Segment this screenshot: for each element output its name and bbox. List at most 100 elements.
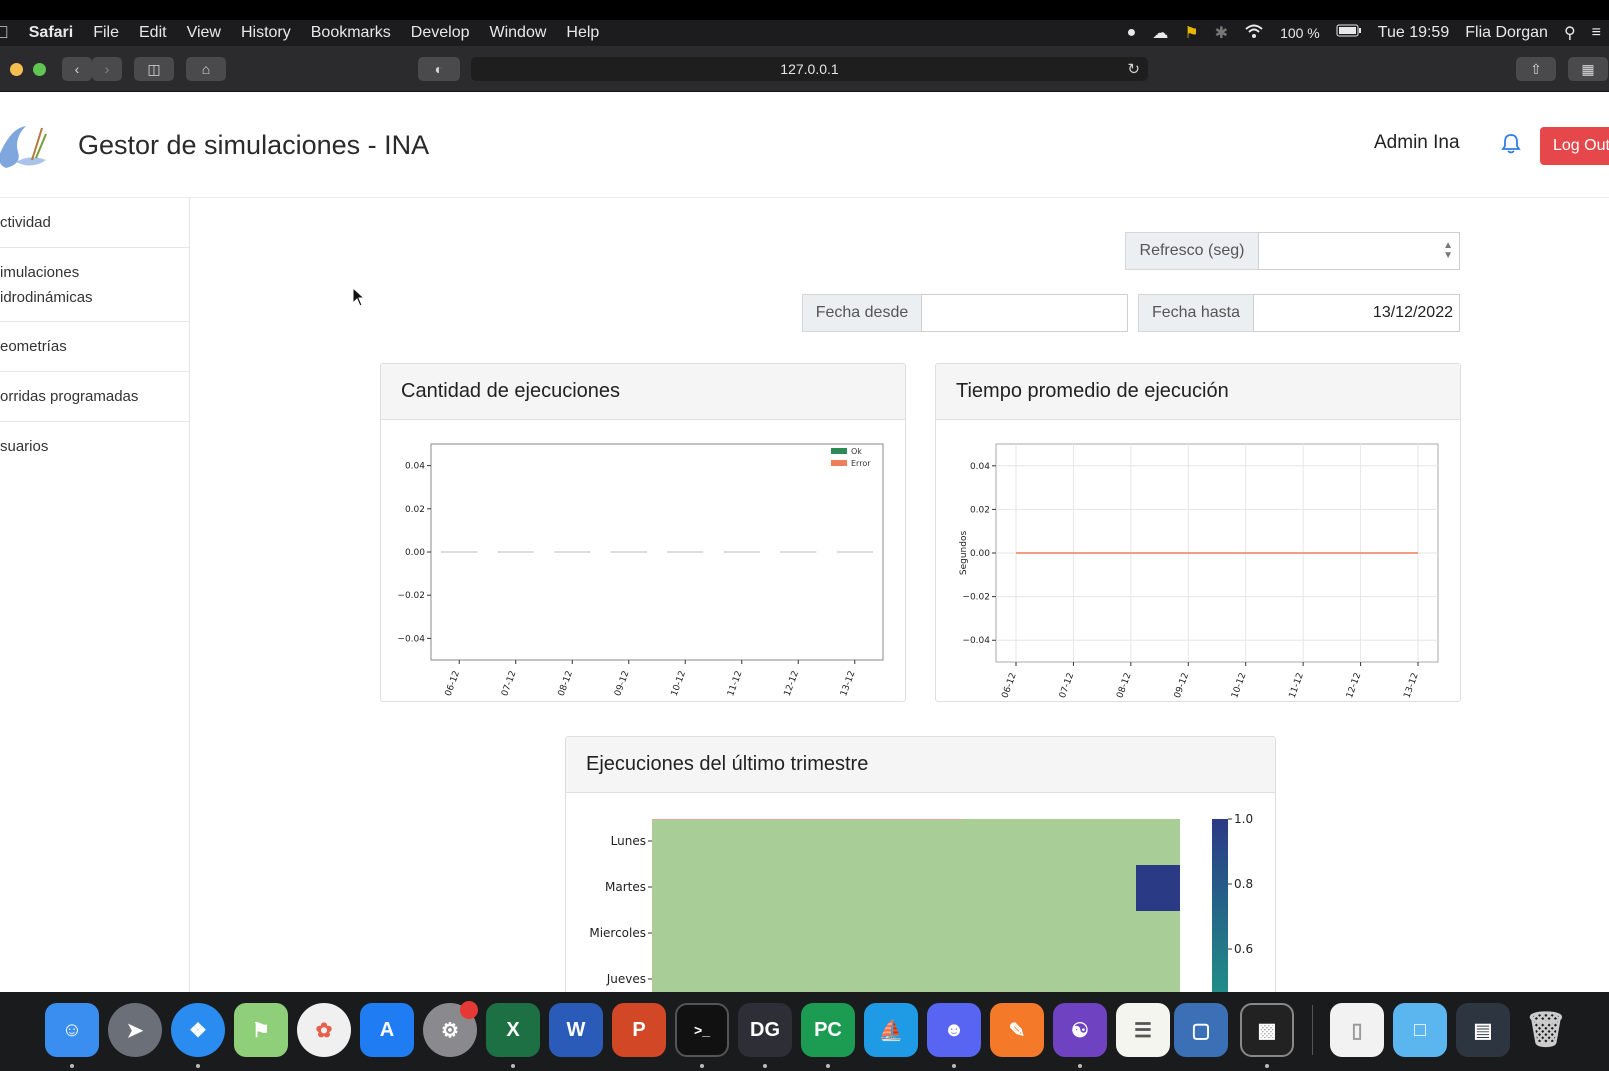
url-text: 127.0.0.1 xyxy=(780,61,839,77)
x-tick-label: 09-12 xyxy=(613,670,631,698)
date-to-input[interactable]: 13/12/2022 xyxy=(1253,294,1460,332)
menu-window[interactable]: Window xyxy=(479,24,556,42)
menu-file[interactable]: File xyxy=(83,24,129,42)
row-label: Martes xyxy=(605,880,646,894)
datagrip-icon[interactable]: DG xyxy=(738,1003,792,1057)
sketch-icon[interactable]: ✎ xyxy=(990,1003,1044,1057)
terminal-icon[interactable]: >_ xyxy=(675,1003,729,1057)
browser-toolbar: ‹ › ◫ ⌂ ◐ 127.0.0.1 ↻ ⇧ ▦ xyxy=(0,46,1609,92)
battery-icon[interactable] xyxy=(1328,24,1370,42)
x-tick-label: 09-12 xyxy=(1173,672,1191,700)
launchpad-icon[interactable]: ➤ xyxy=(108,1003,162,1057)
privacy-shield-button[interactable]: ◐ xyxy=(418,57,460,81)
bar-ok xyxy=(441,551,460,553)
finder-icon[interactable]: ☺ xyxy=(45,1003,99,1057)
clock[interactable]: Tue 19:59 xyxy=(1370,24,1457,42)
refresh-input[interactable]: ▲ ▼ xyxy=(1258,232,1460,270)
row-label: Jueves xyxy=(606,972,646,986)
legend-swatch xyxy=(831,448,847,454)
safari-icon[interactable]: ❖ xyxy=(171,1003,225,1057)
stepper-arrows-icon[interactable]: ▲ ▼ xyxy=(1443,241,1453,261)
menu-app-name[interactable]: Safari xyxy=(19,24,83,42)
bell-icon[interactable] xyxy=(1500,132,1522,154)
ina-logo[interactable] xyxy=(0,118,50,172)
running-indicator xyxy=(511,1064,515,1068)
legend-swatch xyxy=(831,460,847,466)
trash-icon[interactable]: 🗑 xyxy=(1519,1003,1573,1057)
mouse-cursor-icon xyxy=(352,287,366,307)
bar-error xyxy=(572,551,591,553)
virtualbox-icon[interactable]: ▢ xyxy=(1174,1003,1228,1057)
page-title: Gestor de simulaciones - INA xyxy=(78,130,430,160)
window-minimize-button[interactable] xyxy=(10,63,23,76)
document-icon[interactable]: ▯ xyxy=(1330,1003,1384,1057)
menu-history[interactable]: History xyxy=(231,24,301,42)
pycharm-icon[interactable]: PC xyxy=(801,1003,855,1057)
executions-card-title: Cantidad de ejecuciones xyxy=(381,364,905,420)
maps-icon[interactable]: ⚑ xyxy=(234,1003,288,1057)
reload-icon[interactable]: ↻ xyxy=(1127,60,1140,78)
sidebar: ctividad imulaciones idrodinámicas eomet… xyxy=(0,198,190,992)
status-circle-icon[interactable]: ● xyxy=(1119,24,1145,42)
sidebar-item-actividad[interactable]: ctividad xyxy=(0,198,190,248)
excel-icon[interactable]: X xyxy=(486,1003,540,1057)
cloud-icon[interactable]: ☁ xyxy=(1144,23,1176,43)
word-icon[interactable]: W xyxy=(549,1003,603,1057)
x-tick-label: 11-12 xyxy=(726,670,744,698)
flag-icon[interactable]: ⚑ xyxy=(1176,23,1206,43)
spotlight-search-icon[interactable]: ⚲ xyxy=(1556,23,1584,43)
sidebar-item-corridas[interactable]: orridas programadas xyxy=(0,372,190,422)
photos-icon[interactable]: ✿ xyxy=(297,1003,351,1057)
x-tick-label: 06-12 xyxy=(444,670,462,698)
tab-overview-button[interactable]: ▦ xyxy=(1568,57,1608,81)
control-center-icon[interactable]: ≡ xyxy=(1584,24,1609,42)
logout-button[interactable]: Log Out xyxy=(1540,127,1609,165)
folder-icon[interactable]: □ xyxy=(1393,1003,1447,1057)
menu-help[interactable]: Help xyxy=(556,24,609,42)
window-zoom-button[interactable] xyxy=(33,63,46,76)
address-bar[interactable]: 127.0.0.1 ↻ xyxy=(471,57,1148,81)
x-tick-label: 07-12 xyxy=(1058,672,1076,700)
x-tick-label: 13-12 xyxy=(839,670,857,698)
sidebar-toggle-button[interactable]: ◫ xyxy=(134,57,174,81)
docker-icon[interactable]: ⛵ xyxy=(864,1003,918,1057)
x-tick-label: 12-12 xyxy=(783,670,801,698)
bar-ok xyxy=(667,551,686,553)
powerpoint-icon[interactable]: P xyxy=(612,1003,666,1057)
sidebar-item-label: orridas programadas xyxy=(0,388,139,405)
y-tick-label: 0.02 xyxy=(970,505,990,515)
app-store-icon[interactable]: A xyxy=(360,1003,414,1057)
home-button[interactable]: ⌂ xyxy=(186,57,226,81)
y-tick-label: 0.00 xyxy=(405,548,425,558)
sidebar-item-simulaciones[interactable]: imulaciones idrodinámicas xyxy=(0,248,190,322)
discord-icon[interactable]: ☻ xyxy=(927,1003,981,1057)
y-tick-label: −0.02 xyxy=(962,593,990,603)
menu-edit[interactable]: Edit xyxy=(129,24,177,42)
sidebar-item-label-line2: idrodinámicas xyxy=(0,289,93,306)
bluetooth-icon[interactable]: ✱ xyxy=(1207,23,1236,43)
screen-share-icon[interactable]: ▩ xyxy=(1240,1003,1294,1057)
menu-view[interactable]: View xyxy=(177,24,231,42)
recent-window-icon[interactable]: ▤ xyxy=(1456,1003,1510,1057)
apple-icon[interactable]:  xyxy=(0,23,19,43)
battery-percent[interactable]: 100 % xyxy=(1272,25,1328,41)
heatmap-area xyxy=(652,819,1180,992)
bar-ok xyxy=(723,551,742,553)
sidebar-item-geometrias[interactable]: eometrías xyxy=(0,322,190,372)
date-from-input[interactable] xyxy=(921,294,1128,332)
x-tick-label: 07-12 xyxy=(500,670,518,698)
forward-button[interactable]: › xyxy=(92,57,122,81)
row-label: Lunes xyxy=(611,834,646,848)
textedit-icon[interactable]: ☰ xyxy=(1116,1003,1170,1057)
user-name[interactable]: Admin Ina xyxy=(1374,132,1460,154)
menu-develop[interactable]: Develop xyxy=(401,24,480,42)
x-tick-label: 10-12 xyxy=(1230,672,1248,700)
back-button[interactable]: ‹ xyxy=(62,57,92,81)
share-button[interactable]: ⇧ xyxy=(1516,57,1556,81)
menu-bookmarks[interactable]: Bookmarks xyxy=(301,24,401,42)
sidebar-item-usuarios[interactable]: suarios xyxy=(0,422,190,472)
wifi-icon[interactable] xyxy=(1236,23,1272,44)
github-desktop-icon[interactable]: ☯ xyxy=(1053,1003,1107,1057)
menu-user[interactable]: Flia Dorgan xyxy=(1457,24,1556,42)
executions-chart: 0.04 0.02 0.00 −0.02 −0.04 06-12 07-12 08-12 09-… xyxy=(397,443,884,698)
